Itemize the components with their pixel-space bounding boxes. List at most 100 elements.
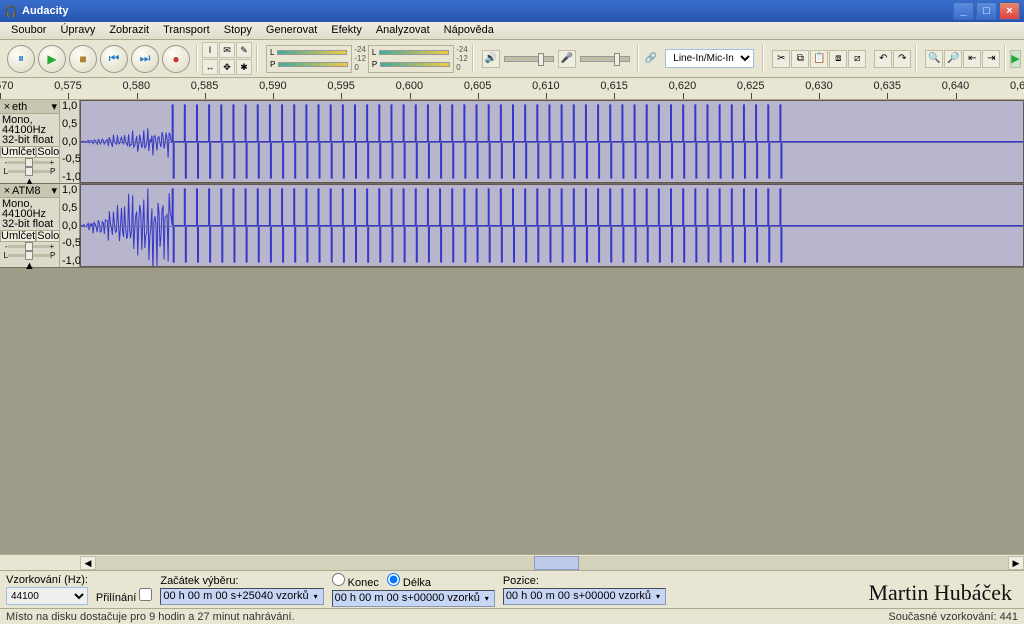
pause-button[interactable]: ⏸ [7,45,35,73]
mute-button[interactable]: Umlčet [0,230,36,242]
snap-checkbox[interactable]: Přilínání [96,588,152,604]
tool-zoom[interactable]: ↔ [202,59,218,75]
selection-toolbar: Vzorkování (Hz): 44100 Přilínání Začátek… [0,570,1024,608]
track-info: Mono, 44100Hz32-bit float [0,198,59,230]
close-button[interactable]: × [999,2,1020,20]
gain-slider[interactable]: -+ [0,158,59,167]
status-right: Současné vzorkování: 441 [888,611,1018,623]
menu-edit[interactable]: Úpravy [53,22,102,39]
input-vol-icon[interactable]: 🎤 [558,50,576,68]
menu-bar: Soubor Úpravy Zobrazit Transport Stopy G… [0,22,1024,40]
zoom-buttons: 🔍 🔎 ⇤ ⇥ [925,50,1000,68]
track-name[interactable]: eth [12,101,27,113]
status-left: Místo na disku dostačuje pro 9 hodin a 2… [6,611,295,623]
trim-button[interactable]: ⧈ [829,50,847,68]
rate-label: Vzorkování (Hz): [6,574,88,586]
menu-file[interactable]: Soubor [4,22,53,39]
scroll-thumb[interactable] [534,556,580,570]
menu-tracks[interactable]: Stopy [217,22,259,39]
track-vscale: 1,00,50,0-0,5-1,0 [60,184,80,267]
track-control: ×eth ▾ Mono, 44100Hz32-bit float UmlčetSo… [0,100,60,183]
position-time[interactable]: 00 h 00 m 00 s+00000 vzorků▾ [503,588,666,605]
solo-button[interactable]: Solo [36,146,60,158]
track-0: ×eth ▾ Mono, 44100Hz32-bit float UmlčetSo… [0,100,1024,184]
scroll-trough[interactable] [96,556,1008,570]
stop-button[interactable]: ■ [69,45,97,73]
solo-button[interactable]: Solo [36,230,60,242]
end-radio[interactable]: Konec [332,573,379,589]
selection-length-time[interactable]: 00 h 00 m 00 s+00000 vzorků▾ [332,590,495,607]
silence-button[interactable]: ⧄ [848,50,866,68]
menu-view[interactable]: Zobrazit [102,22,156,39]
tool-envelope[interactable]: ✉ [219,42,235,58]
tool-timeshift[interactable]: ✥ [219,59,235,75]
fit-project-button[interactable]: ⇥ [982,50,1000,68]
menu-transport[interactable]: Transport [156,22,217,39]
waveform-canvas[interactable] [80,100,1024,183]
tool-draw[interactable]: ✎ [236,42,252,58]
skip-end-button[interactable]: ⏭ [131,45,159,73]
gain-slider[interactable]: -+ [0,242,59,251]
timeline-ruler[interactable]: 0,5700,5750,5800,5850,5900,5950,6000,605… [0,78,1024,100]
zoom-in-button[interactable]: 🔍 [925,50,943,68]
input-meter[interactable]: L P [368,45,454,73]
title-bar: 🎧 Audacity _ □ × [0,0,1024,22]
cut-button[interactable]: ✂ [772,50,790,68]
play-at-speed-button[interactable]: ▶ [1010,50,1020,68]
rate-select[interactable]: 44100 [6,587,88,605]
status-bar: Místo na disku dostačuje pro 9 hodin a 2… [0,608,1024,624]
output-meter[interactable]: L P [266,45,352,73]
tool-selection[interactable]: I [202,42,218,58]
collapse-icon[interactable]: ▲ [24,260,35,272]
track-control: ×ATM8 ▾ Mono, 44100Hz32-bit float UmlčetS… [0,184,60,267]
track-menu-dropdown[interactable]: ▾ [51,100,57,113]
copy-button[interactable]: ⧉ [791,50,809,68]
mute-button[interactable]: Umlčet [0,146,36,158]
waveform-canvas[interactable] [80,184,1024,267]
pan-slider[interactable]: LP [0,251,59,260]
track-vscale: 1,00,50,0-0,5-1,0 [60,100,80,183]
position-label: Pozice: [503,575,666,587]
scroll-right-arrow[interactable]: ▶ [1008,556,1024,570]
horizontal-scrollbar[interactable]: ◀ ▶ [0,554,1024,570]
track-1: ×ATM8 ▾ Mono, 44100Hz32-bit float UmlčetS… [0,184,1024,268]
output-vol-slider[interactable] [504,56,554,62]
edit-tools: I ✉ ✎ ↔ ✥ ✱ [202,42,252,75]
paste-button[interactable]: 📋 [810,50,828,68]
output-vol-icon[interactable]: 🔊 [482,50,500,68]
edit-buttons: ✂ ⧉ 📋 ⧈ ⧄ [772,50,866,68]
transport-controls: ⏸ ▶ ■ ⏮ ⏭ ● [5,43,192,75]
zoom-out-button[interactable]: 🔎 [944,50,962,68]
track-close[interactable]: × [2,185,12,197]
link-icon: 🔗 [645,53,657,64]
menu-generate[interactable]: Generovat [259,22,324,39]
input-vol-slider[interactable] [580,56,630,62]
play-button[interactable]: ▶ [38,45,66,73]
redo-button[interactable]: ↷ [893,50,911,68]
tracks-area: ×eth▾ Mono, 44100Hz32-bit float UmlčetSo… [0,100,1024,554]
track-close[interactable]: × [2,101,12,113]
length-radio[interactable]: Délka [387,573,431,589]
fit-selection-button[interactable]: ⇤ [963,50,981,68]
maximize-button[interactable]: □ [976,2,997,20]
minimize-button[interactable]: _ [953,2,974,20]
track-info: Mono, 44100Hz32-bit float [0,114,59,146]
app-icon: 🎧 [4,4,18,18]
pan-slider[interactable]: LP [0,167,59,176]
tool-multi[interactable]: ✱ [236,59,252,75]
track-name[interactable]: ATM8 [12,185,41,197]
undo-button[interactable]: ↶ [874,50,892,68]
menu-help[interactable]: Nápověda [437,22,501,39]
scroll-left-arrow[interactable]: ◀ [80,556,96,570]
selection-start-time[interactable]: 00 h 00 m 00 s+25040 vzorků▾ [160,588,323,605]
track-menu-dropdown[interactable]: ▾ [51,184,57,197]
input-device-select[interactable]: Line-In/Mic-In [665,49,754,68]
skip-start-button[interactable]: ⏮ [100,45,128,73]
toolbar: ⏸ ▶ ■ ⏮ ⏭ ● I ✉ ✎ ↔ ✥ ✱ L P -24 -12 0 L … [0,40,1024,78]
record-button[interactable]: ● [162,45,190,73]
window-title: Audacity [22,5,68,17]
meters: L P -24 -12 0 L P -24 -12 0 [266,45,468,73]
menu-analyze[interactable]: Analyzovat [369,22,437,39]
menu-effects[interactable]: Efekty [324,22,369,39]
selection-start-label: Začátek výběru: [160,575,323,587]
